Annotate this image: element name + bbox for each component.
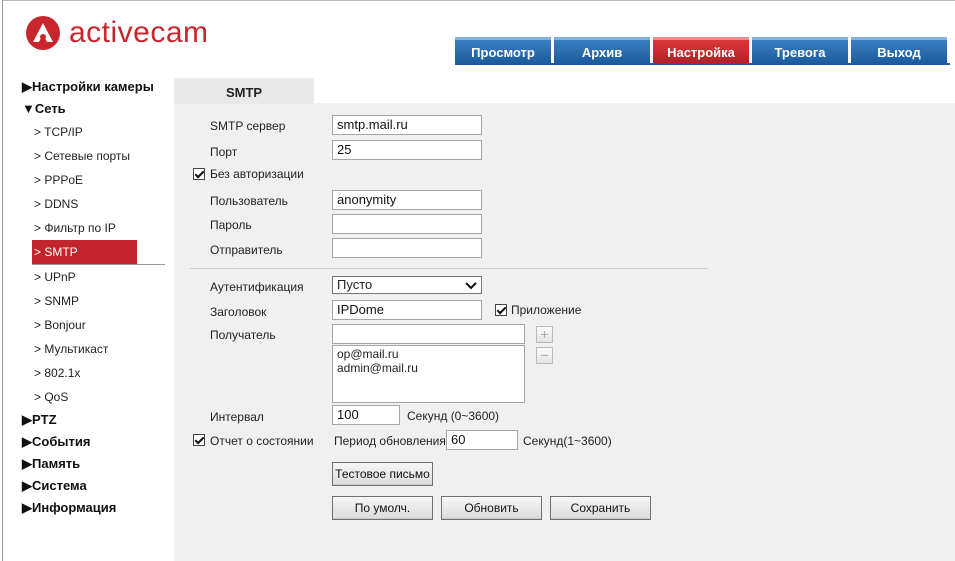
sidebar-camera-settings[interactable]: ▶Настройки камеры [22,76,167,98]
port-label: Порт [210,145,238,159]
tab-smtp[interactable]: SMTP [174,77,314,104]
recipient-label: Получатель [210,328,276,342]
content-panel [174,77,955,561]
recipient-item[interactable]: admin@mail.ru [337,361,520,375]
nav-tab-view[interactable]: Просмотр [455,37,551,63]
user-label: Пользователь [210,194,288,208]
sidebar-ptz[interactable]: ▶PTZ [22,409,167,431]
sidebar-item-pppoe[interactable]: > PPPoE [22,168,167,192]
brand-logo: activecam [26,16,209,50]
brand-name: activecam [69,16,209,49]
no-auth-label: Без авторизации [210,167,304,181]
interval-unit: Секунд (0~3600) [407,409,500,423]
sidebar-system[interactable]: ▶Система [22,475,167,497]
settings-sidebar: ▶Настройки камеры ▼Сеть > TCP/IP > Сетев… [22,76,167,519]
user-input[interactable]: anonymity [332,190,482,210]
status-report-checkbox[interactable] [193,434,205,446]
remove-recipient-button[interactable]: − [536,347,553,364]
smtp-server-label: SMTP сервер [210,119,286,133]
sidebar-item-ip-filter[interactable]: > Фильтр по IP [22,216,167,240]
password-label: Пароль [210,218,252,232]
sender-label: Отправитель [210,243,283,257]
sidebar-network[interactable]: ▼Сеть [22,98,167,120]
tab-bar [314,77,955,103]
update-period-unit: Секунд(1~3600) [523,434,612,448]
sidebar-events[interactable]: ▶События [22,431,167,453]
sidebar-item-tcpip[interactable]: > TCP/IP [22,120,167,144]
add-recipient-button[interactable]: + [536,326,553,343]
default-button[interactable]: По умолч. [332,496,433,520]
window-top-border [2,0,955,1]
activecam-logo-icon [26,16,60,50]
subject-input[interactable]: IPDome [332,300,482,320]
save-button[interactable]: Сохранить [550,496,651,520]
main-navigation: Просмотр Архив Настройка Тревога Выход [455,37,950,63]
sidebar-item-qos[interactable]: > QoS [22,385,167,409]
sidebar-item-8021x[interactable]: > 802.1x [22,361,167,385]
sidebar-item-bonjour[interactable]: > Bonjour [22,313,167,337]
status-report-label: Отчет о состоянии [210,434,314,448]
sidebar-item-network-ports[interactable]: > Сетевые порты [22,144,167,168]
sidebar-info[interactable]: ▶Информация [22,497,167,519]
attachment-label: Приложение [511,303,582,317]
nav-tab-alarm[interactable]: Тревога [752,37,848,63]
update-period-input[interactable]: 60 [446,430,518,450]
section-separator [190,268,708,269]
recipient-item[interactable]: op@mail.ru [337,347,520,361]
nav-tab-settings[interactable]: Настройка [653,37,749,63]
sidebar-item-smtp[interactable]: > SMTP [32,240,137,264]
window-left-border [2,0,3,561]
nav-tab-archive[interactable]: Архив [554,37,650,63]
subject-label: Заголовок [210,305,267,319]
smtp-server-input[interactable]: smtp.mail.ru [332,115,482,135]
no-auth-checkbox[interactable] [193,168,205,180]
sidebar-storage[interactable]: ▶Память [22,453,167,475]
update-period-label: Период обновления [334,434,446,448]
refresh-button[interactable]: Обновить [441,496,542,520]
sender-input[interactable] [332,238,482,258]
auth-select-value: Пусто [337,277,373,292]
sidebar-item-multicast[interactable]: > Мультикаст [22,337,167,361]
auth-select[interactable]: Пусто [332,276,482,294]
sidebar-item-ddns[interactable]: > DDNS [22,192,167,216]
sidebar-item-upnp[interactable]: > UPnP [22,265,167,289]
interval-label: Интервал [210,410,264,424]
chevron-down-icon [465,279,477,295]
nav-underline [455,63,950,65]
password-input[interactable] [332,214,482,234]
nav-tab-logout[interactable]: Выход [851,37,947,63]
test-mail-button[interactable]: Тестовое письмо [332,462,433,486]
interval-input[interactable]: 100 [332,405,400,425]
attachment-checkbox[interactable] [495,304,507,316]
recipient-input[interactable] [332,324,525,344]
port-input[interactable]: 25 [332,140,482,160]
auth-label: Аутентификация [210,280,304,294]
recipients-list[interactable]: op@mail.ru admin@mail.ru [332,345,525,403]
sidebar-item-snmp[interactable]: > SNMP [22,289,167,313]
